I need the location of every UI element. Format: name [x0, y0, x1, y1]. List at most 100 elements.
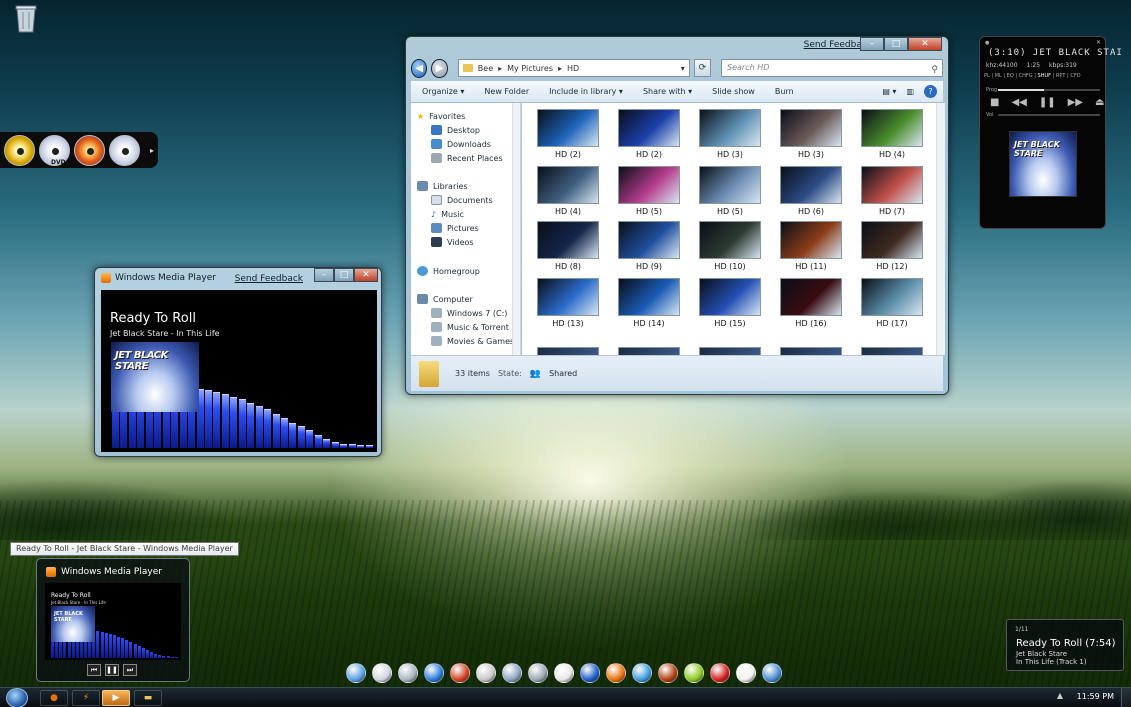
file-thumbnail[interactable]: HD (9): [618, 221, 680, 271]
menu-rpt[interactable]: RPT: [1056, 73, 1066, 79]
file-thumbnail[interactable]: HD (5): [699, 166, 761, 216]
taskbar-firefox[interactable]: ●: [40, 690, 68, 706]
file-thumbnail[interactable]: HD (7): [861, 166, 923, 216]
dock-app-icon[interactable]: [736, 663, 756, 683]
content-scrollbar[interactable]: [936, 103, 945, 355]
view-options-icon[interactable]: ▤ ▾: [882, 87, 896, 96]
gold-disc-icon[interactable]: [4, 134, 35, 166]
taskbar-wmp[interactable]: ▶: [102, 690, 130, 706]
file-thumbnail[interactable]: HD (3): [780, 109, 842, 159]
forward-button[interactable]: ▶: [431, 58, 448, 78]
show-desktop-button[interactable]: [1121, 688, 1131, 707]
now-playing-screen[interactable]: JET BLACK STARE Ready To Roll Jet Black …: [101, 290, 377, 452]
previous-button[interactable]: ⏮: [87, 664, 101, 676]
breadcrumb-2[interactable]: HD: [567, 64, 579, 73]
menu-shuf[interactable]: SHUF: [1038, 73, 1051, 79]
preview-pane-icon[interactable]: ▥: [906, 87, 914, 96]
breadcrumb-1[interactable]: My Pictures: [507, 64, 553, 73]
volume-slider[interactable]: [998, 114, 1100, 116]
clock[interactable]: 11:59 PM: [1077, 692, 1114, 701]
search-input[interactable]: Search HD ⚲: [721, 59, 944, 78]
breadcrumb-0[interactable]: Bee: [478, 64, 493, 73]
file-thumbnail-partial[interactable]: [780, 347, 842, 355]
now-playing-notification[interactable]: 1/11 Ready To Roll (7:54) Jet Black Star…: [1006, 619, 1124, 671]
menu-pl[interactable]: PL: [984, 73, 990, 79]
slide-show-button[interactable]: Slide show: [712, 87, 755, 96]
nav-documents[interactable]: Documents: [431, 193, 493, 207]
file-thumbnail-partial[interactable]: [618, 347, 680, 355]
start-button[interactable]: [6, 688, 28, 707]
taskbar-explorer[interactable]: ▬: [134, 690, 162, 706]
pause-icon[interactable]: ❚❚: [1039, 97, 1056, 108]
nav-recent-places[interactable]: Recent Places: [431, 151, 503, 165]
nav-homegroup[interactable]: Homegroup: [417, 264, 480, 278]
dock-app-icon[interactable]: [476, 663, 496, 683]
dock-app-icon[interactable]: [632, 663, 652, 683]
file-thumbnail[interactable]: HD (4): [537, 166, 599, 216]
maximize-button[interactable]: □: [884, 37, 908, 51]
file-thumbnail-partial[interactable]: [699, 347, 761, 355]
help-icon[interactable]: ?: [924, 85, 937, 98]
progress-slider[interactable]: [998, 89, 1100, 91]
share-with-button[interactable]: Share with ▾: [643, 87, 692, 96]
burn-button[interactable]: Burn: [775, 87, 794, 96]
file-thumbnail[interactable]: HD (8): [537, 221, 599, 271]
dock-app-icon[interactable]: [554, 663, 574, 683]
stop-icon[interactable]: ■: [990, 97, 999, 108]
file-thumbnail-partial[interactable]: [861, 347, 923, 355]
eject-icon[interactable]: ⏏: [1095, 97, 1104, 108]
tray-expand-icon[interactable]: ▲: [1057, 691, 1063, 700]
address-dropdown-icon[interactable]: ▾: [681, 64, 685, 73]
minimize-button[interactable]: –: [314, 268, 334, 282]
file-thumbnail-partial[interactable]: [537, 347, 599, 355]
nav-downloads[interactable]: Downloads: [431, 137, 491, 151]
search-icon[interactable]: ⚲: [931, 62, 938, 78]
pause-button[interactable]: ❚❚: [105, 664, 119, 676]
nav-music[interactable]: ♪ Music: [431, 207, 464, 221]
dock-app-icon[interactable]: [606, 663, 626, 683]
file-thumbnail[interactable]: HD (16): [780, 278, 842, 328]
nav-windows7-c[interactable]: Windows 7 (C:): [431, 306, 507, 320]
nav-computer[interactable]: Computer: [417, 292, 473, 306]
close-button[interactable]: ✕: [354, 268, 378, 282]
file-thumbnail[interactable]: HD (17): [861, 278, 923, 328]
next-button[interactable]: ⏭: [123, 664, 137, 676]
nav-desktop[interactable]: Desktop: [431, 123, 480, 137]
nav-favorites[interactable]: ★ Favorites: [417, 109, 465, 123]
taskbar-thumbnail-preview[interactable]: Windows Media Player JET BLACK STARE Rea…: [36, 558, 190, 682]
menu-eq[interactable]: EQ: [1007, 73, 1014, 79]
organize-button[interactable]: Organize ▾: [422, 87, 464, 96]
dock-app-icon[interactable]: [684, 663, 704, 683]
minimize-button[interactable]: –: [860, 37, 884, 51]
firefox-disc-icon[interactable]: [74, 134, 105, 166]
dock-app-icon[interactable]: [450, 663, 470, 683]
taskbar-winamp[interactable]: ⚡: [72, 690, 100, 706]
nav-movies-games[interactable]: Movies & Games: [431, 334, 514, 348]
nav-pictures[interactable]: Pictures: [431, 221, 479, 235]
dock-app-icon[interactable]: [710, 663, 730, 683]
nav-music-torrent[interactable]: Music & Torrent: [431, 320, 509, 334]
menu-chfg[interactable]: CHFG: [1019, 73, 1033, 79]
file-thumbnail[interactable]: HD (13): [537, 278, 599, 328]
include-in-library-button[interactable]: Include in library ▾: [549, 87, 623, 96]
file-thumbnail[interactable]: HD (2): [537, 109, 599, 159]
refresh-button[interactable]: ⟳: [693, 59, 712, 77]
player-close-icon[interactable]: ✕: [1096, 39, 1101, 46]
file-thumbnail[interactable]: HD (12): [861, 221, 923, 271]
dock-app-icon[interactable]: [580, 663, 600, 683]
file-thumbnail[interactable]: HD (4): [861, 109, 923, 159]
nav-videos[interactable]: Videos: [431, 235, 474, 249]
back-button[interactable]: ◀: [411, 58, 428, 78]
nav-scrollbar[interactable]: [512, 103, 520, 355]
close-button[interactable]: ✕: [908, 37, 942, 51]
blank-disc-icon[interactable]: [109, 134, 140, 166]
file-thumbnail[interactable]: HD (15): [699, 278, 761, 328]
dock-app-icon[interactable]: [762, 663, 782, 683]
menu-cfd[interactable]: CFD: [1070, 73, 1080, 79]
file-thumbnail[interactable]: HD (3): [699, 109, 761, 159]
file-thumbnail[interactable]: HD (11): [780, 221, 842, 271]
file-thumbnail[interactable]: HD (6): [780, 166, 842, 216]
new-folder-button[interactable]: New Folder: [484, 87, 529, 96]
dock-app-icon[interactable]: [372, 663, 392, 683]
dock-app-icon[interactable]: [658, 663, 678, 683]
